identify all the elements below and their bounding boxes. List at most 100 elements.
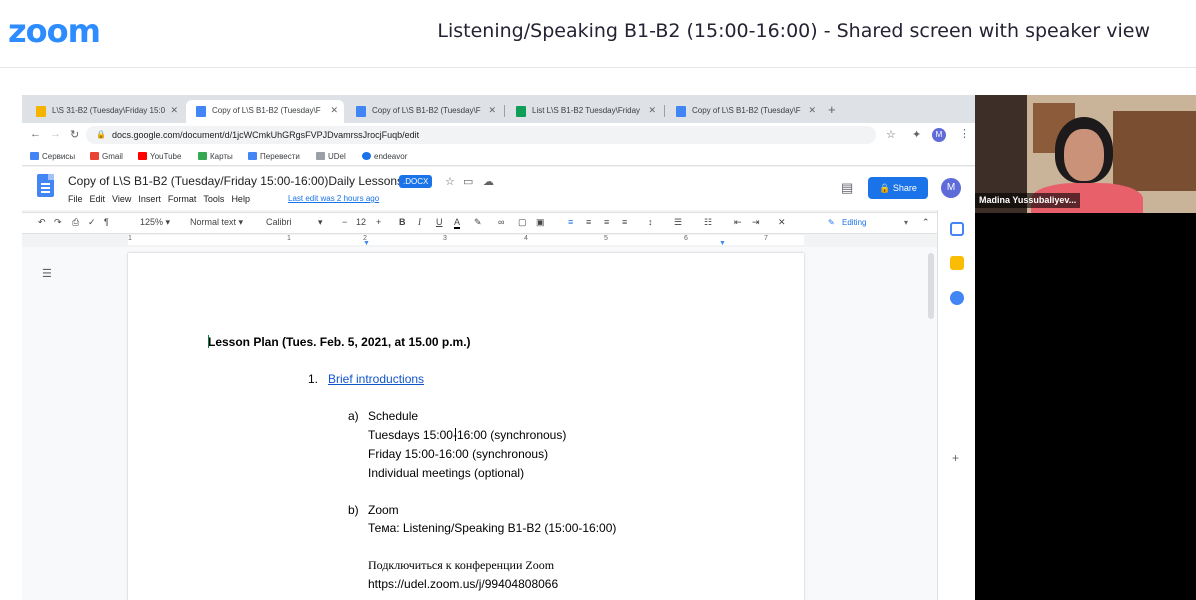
extensions-icon[interactable]: ✦ [912, 128, 921, 141]
docs-header: Copy of L\S B1-B2 (Tuesday/Friday 15:00-… [22, 167, 975, 210]
increase-size-icon[interactable]: + [376, 217, 381, 227]
justify-icon[interactable]: ≡ [622, 217, 627, 227]
bookmark-item[interactable]: YouTube [138, 152, 181, 161]
tab-separator [664, 105, 665, 117]
menu-insert[interactable]: Insert [138, 194, 161, 204]
browser-tab[interactable]: L\S 31-B2 (Tuesday\Friday 15:0 ✕ [26, 100, 184, 123]
bookmark-item[interactable]: endeavor [362, 152, 407, 161]
profile-avatar[interactable]: M [932, 128, 946, 142]
clear-formatting-icon[interactable]: ✕ [778, 217, 786, 228]
paint-format-icon[interactable]: ¶ [104, 217, 109, 227]
move-folder-icon[interactable]: ▭ [463, 175, 473, 188]
pencil-icon: ✎ [828, 218, 835, 227]
shared-screen: L\S 31-B2 (Tuesday\Friday 15:0 ✕ Copy of… [22, 95, 975, 600]
collapse-toolbar-icon[interactable]: ⌃ [922, 217, 930, 228]
bold-icon[interactable]: B [399, 217, 406, 227]
decrease-size-icon[interactable]: − [342, 217, 347, 227]
last-edit-link[interactable]: Last edit was 2 hours ago [288, 194, 379, 203]
ruler-number: 1 [128, 235, 132, 242]
add-addon-icon[interactable]: + [952, 451, 959, 465]
calendar-icon[interactable] [950, 222, 964, 236]
ruler-number: 4 [524, 235, 528, 242]
highlight-icon[interactable]: ✎ [474, 217, 482, 228]
underline-icon[interactable]: U [436, 217, 443, 227]
browser-tab[interactable]: Copy of L\S B1-B2 (Tuesday\F ✕ [346, 100, 502, 123]
back-icon[interactable]: ← [30, 128, 41, 140]
bulleted-list-icon[interactable]: ☷ [704, 217, 712, 228]
cloud-status-icon: ☁ [483, 176, 494, 188]
bookmark-item[interactable]: Карты [198, 152, 233, 161]
close-icon[interactable]: ✕ [808, 105, 816, 116]
zoom-meeting-link[interactable]: https://udel.zoom.us/j/99404808066 [368, 577, 558, 591]
bookmark-item[interactable]: Перевести [248, 152, 300, 161]
document-page[interactable]: Lesson Plan (Tues. Feb. 5, 2021, at 15.0… [128, 253, 804, 600]
spellcheck-icon[interactable]: ✓ [88, 217, 96, 228]
checklist-icon[interactable]: ☰ [674, 217, 682, 228]
reload-icon[interactable]: ↻ [70, 128, 79, 141]
browser-tab[interactable]: List L\S B1-B2 Tuesday\Friday ✕ [506, 100, 662, 123]
bookmark-star-icon[interactable]: ☆ [886, 128, 896, 141]
bookmark-label: Сервисы [42, 152, 76, 161]
text-color-icon[interactable]: A [454, 217, 461, 229]
chevron-down-icon[interactable]: ▾ [318, 217, 323, 228]
bookmark-item[interactable]: Сервисы [30, 152, 75, 161]
document-title[interactable]: Copy of L\S B1-B2 (Tuesday/Friday 15:00-… [68, 174, 403, 188]
menu-format[interactable]: Format [168, 194, 197, 204]
undo-icon[interactable]: ↶ [38, 217, 46, 228]
forward-icon[interactable]: → [50, 128, 61, 140]
comment-icon[interactable]: ▢ [518, 217, 527, 228]
zoom-select[interactable]: 125% ▾ [140, 217, 170, 228]
align-center-icon[interactable]: ≡ [586, 217, 591, 227]
menu-view[interactable]: View [112, 194, 131, 204]
apps-icon [30, 152, 39, 160]
italic-icon[interactable]: I [418, 217, 421, 227]
share-button[interactable]: 🔒 Share [868, 177, 928, 199]
style-select[interactable]: Normal text ▾ [190, 217, 243, 228]
increase-indent-icon[interactable]: ⇥ [752, 217, 760, 228]
redo-icon[interactable]: ↷ [54, 217, 62, 228]
close-icon[interactable]: ✕ [648, 105, 656, 116]
vertical-scrollbar[interactable] [928, 253, 934, 319]
google-docs-logo-icon[interactable] [37, 174, 54, 197]
bookmark-item[interactable]: Gmail [90, 152, 123, 161]
tab-separator [504, 105, 505, 117]
menu-edit[interactable]: Edit [90, 194, 106, 204]
menu-file[interactable]: File [68, 194, 83, 204]
star-icon[interactable]: ☆ [445, 175, 455, 188]
keep-icon[interactable] [950, 256, 964, 270]
tasks-icon[interactable] [950, 291, 964, 305]
align-right-icon[interactable]: ≡ [604, 217, 609, 227]
bookmark-item[interactable]: UDel [316, 152, 346, 161]
participant-name-tag: Madina Yussubaliyev... [975, 193, 1081, 208]
comment-history-icon[interactable]: ▤ [841, 180, 853, 196]
new-tab-button[interactable]: + [828, 102, 836, 117]
docs-icon [676, 106, 686, 117]
link-icon[interactable]: ∞ [498, 217, 504, 227]
close-icon[interactable]: ✕ [488, 105, 496, 116]
menu-kebab-icon[interactable]: ⋮ [959, 127, 970, 140]
decrease-indent-icon[interactable]: ⇤ [734, 217, 742, 228]
indent-marker-icon[interactable]: ▼ [363, 240, 370, 247]
font-select[interactable]: Calibri [266, 217, 292, 227]
browser-tab-active[interactable]: Copy of L\S B1-B2 (Tuesday\F ✕ [186, 100, 344, 123]
print-icon[interactable]: ⎙ [72, 217, 79, 228]
image-icon[interactable]: ▣ [536, 217, 545, 228]
line-spacing-icon[interactable]: ↕ [648, 217, 653, 227]
maps-icon [198, 152, 207, 160]
align-left-icon[interactable]: ≡ [568, 217, 573, 227]
menu-tools[interactable]: Tools [203, 194, 224, 204]
close-icon[interactable]: ✕ [330, 105, 338, 116]
sheets-icon [516, 106, 526, 117]
ruler-strip [128, 235, 804, 245]
editing-mode-select[interactable]: ✎ Editing ▾ [824, 216, 914, 231]
close-icon[interactable]: ✕ [170, 105, 178, 116]
menu-help[interactable]: Help [231, 194, 250, 204]
ruler-number: 7 [764, 235, 768, 242]
brief-introductions-link[interactable]: Brief introductions [328, 372, 424, 386]
account-avatar[interactable]: M [941, 178, 961, 198]
right-indent-marker-icon[interactable]: ▼ [719, 240, 726, 247]
font-size-input[interactable]: 12 [356, 217, 366, 227]
document-outline-icon[interactable]: ☰ [42, 267, 52, 280]
browser-tab[interactable]: Copy of L\S B1-B2 (Tuesday\F ✕ [666, 100, 822, 123]
address-bar[interactable]: 🔒 docs.google.com/document/d/1jcWCmkUhGR… [86, 126, 876, 144]
